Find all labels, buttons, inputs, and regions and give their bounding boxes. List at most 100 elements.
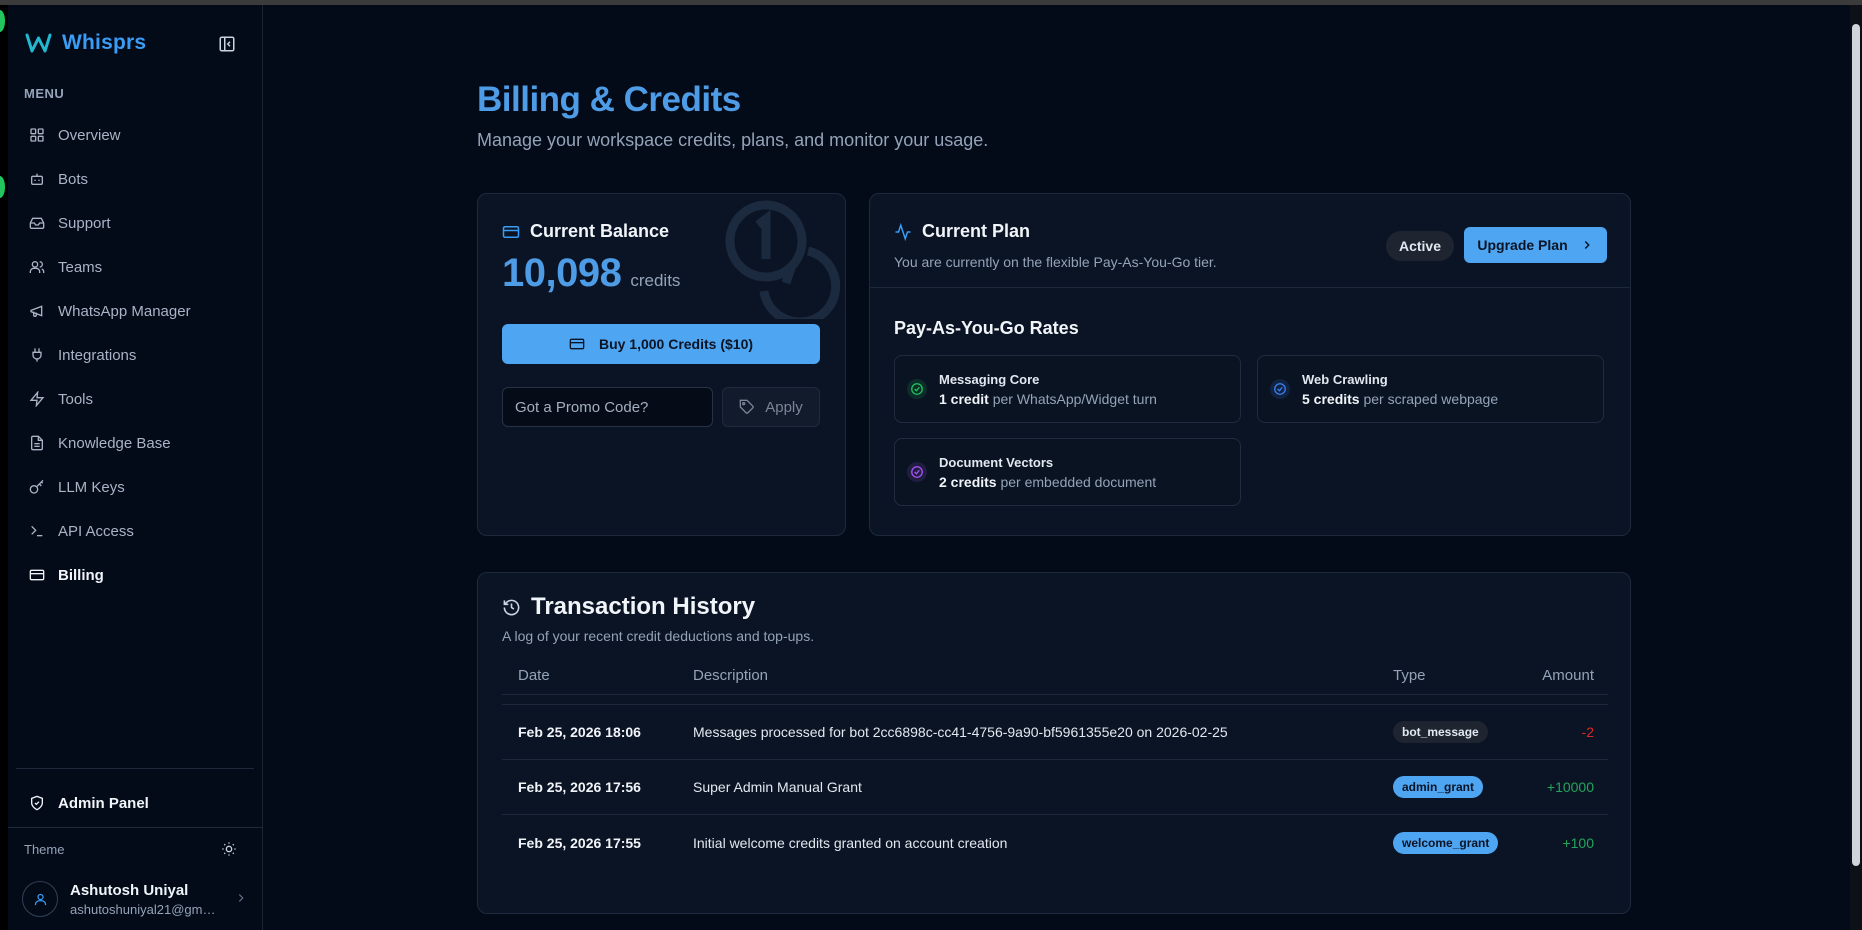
- check-circle-icon: [1270, 379, 1290, 399]
- zap-icon: [29, 391, 45, 407]
- sidebar-item-label: WhatsApp Manager: [58, 302, 191, 320]
- sidebar-item-billing[interactable]: Billing: [16, 553, 256, 597]
- history-icon: [503, 599, 520, 615]
- rate-name: Messaging Core: [939, 371, 1040, 387]
- sidebar-item-label: Teams: [58, 258, 103, 276]
- table-row: Feb 25, 2026 18:06 Messages processed fo…: [502, 705, 1608, 760]
- sidebar-item-label: Integrations: [58, 346, 137, 364]
- sidebar-collapse-icon[interactable]: [218, 35, 236, 53]
- sidebar-item-label: API Access: [58, 522, 134, 540]
- tag-icon: [739, 399, 755, 414]
- cell-amount: -2: [1581, 724, 1594, 740]
- current-plan-card: Current Plan You are currently on the fl…: [869, 193, 1631, 536]
- table-row: Feb 25, 2026 17:56 Super Admin Manual Gr…: [502, 760, 1608, 815]
- divider: [8, 827, 263, 828]
- upgrade-plan-button[interactable]: Upgrade Plan: [1464, 227, 1607, 263]
- main-content: Billing & Credits Manage your workspace …: [263, 5, 1850, 930]
- whisprs-logo-icon: [25, 33, 52, 53]
- transaction-history-card: Transaction History A log of your recent…: [477, 572, 1631, 914]
- divider: [870, 287, 1630, 288]
- sidebar-item-label: Billing: [58, 566, 104, 584]
- sidebar-item-knowledge-base[interactable]: Knowledge Base: [16, 421, 256, 465]
- sidebar-item-label: Tools: [58, 390, 94, 408]
- sun-icon[interactable]: [221, 841, 237, 857]
- sidebar-item-llm-keys[interactable]: LLM Keys: [16, 465, 256, 509]
- admin-panel-link[interactable]: Admin Panel: [16, 783, 256, 823]
- history-subtitle: A log of your recent credit deductions a…: [502, 628, 815, 644]
- buy-credits-button[interactable]: Buy 1,000 Credits ($10): [502, 324, 820, 364]
- grid-icon: [30, 128, 44, 142]
- brand-name: Whisprs: [62, 31, 147, 54]
- cell-description: Messages processed for bot 2cc6898c-cc41…: [693, 724, 1228, 740]
- rate-desc: 2 credits per embedded document: [939, 473, 1157, 490]
- check-circle-icon: [907, 462, 927, 482]
- plan-subtitle: You are currently on the flexible Pay-As…: [894, 254, 1217, 270]
- column-header-date: Date: [518, 667, 550, 684]
- cell-description: Initial welcome credits granted on accou…: [693, 834, 1008, 851]
- sidebar-item-support[interactable]: Support: [16, 201, 256, 245]
- sidebar-item-label: Bots: [58, 170, 89, 188]
- megaphone-icon: [30, 305, 43, 317]
- sidebar-item-whatsapp-manager[interactable]: WhatsApp Manager: [16, 289, 256, 333]
- sidebar-item-api-access[interactable]: API Access: [16, 509, 256, 553]
- edge-indicator: [0, 10, 5, 32]
- key-icon: [29, 479, 44, 494]
- chevron-right-icon: [1584, 240, 1590, 250]
- apply-label: Apply: [765, 398, 803, 416]
- cell-date: Feb 25, 2026 17:56: [518, 779, 641, 795]
- cell-date: Feb 25, 2026 17:55: [518, 834, 641, 851]
- column-header-type: Type: [1393, 667, 1426, 684]
- user-menu[interactable]: Ashutosh Uniyal ashutoshuniyal21@gma...: [22, 878, 252, 920]
- balance-value: 10,098 credits: [502, 251, 680, 296]
- balance-header: Current Balance: [502, 221, 669, 242]
- inbox-icon: [29, 217, 45, 229]
- shield-check-icon: [31, 795, 43, 811]
- sidebar-item-bots[interactable]: Bots: [16, 157, 256, 201]
- plan-title: Current Plan: [922, 221, 1031, 241]
- history-title: Transaction History: [531, 593, 756, 620]
- edge-indicator: [0, 176, 5, 198]
- cell-date: Feb 25, 2026 18:06: [518, 724, 641, 740]
- balance-unit: credits: [630, 271, 681, 290]
- page-title: Billing & Credits: [477, 80, 741, 119]
- avatar: [22, 881, 58, 917]
- plan-header: Current Plan: [894, 221, 1030, 242]
- rate-name: Web Crawling: [1302, 371, 1388, 387]
- sidebar-item-label: Overview: [58, 126, 121, 144]
- rate-desc: 5 credits per scraped webpage: [1302, 390, 1499, 407]
- rate-web-crawling: Web Crawling 5 credits per scraped webpa…: [1257, 355, 1604, 423]
- table-row: Feb 25, 2026 17:55 Initial welcome credi…: [502, 815, 1608, 870]
- divider: [16, 768, 254, 769]
- sidebar-item-tools[interactable]: Tools: [16, 377, 256, 421]
- sidebar-item-teams[interactable]: Teams: [16, 245, 256, 289]
- sidebar-item-integrations[interactable]: Integrations: [16, 333, 256, 377]
- type-badge: admin_grant: [1393, 776, 1484, 798]
- brand[interactable]: Whisprs: [25, 31, 146, 55]
- column-header-amount: Amount: [1542, 667, 1594, 684]
- sidebar-item-overview[interactable]: Overview: [16, 113, 256, 157]
- credit-card-icon: [29, 569, 45, 581]
- bot-icon: [31, 173, 43, 185]
- current-balance-card: Current Balance 10,098 credits Buy 1,000…: [477, 193, 846, 536]
- rates-title: Pay-As-You-Go Rates: [894, 318, 1079, 338]
- wallet-card-icon: [502, 225, 520, 238]
- promo-code-input[interactable]: [502, 387, 713, 427]
- transaction-table: Date Description Type Amount Feb 25, 202…: [502, 667, 1608, 870]
- history-header: Transaction History: [502, 593, 755, 621]
- user-name: Ashutosh Uniyal: [70, 881, 189, 899]
- cell-amount: +100: [1562, 834, 1594, 851]
- table-header: Date Description Type Amount: [502, 667, 1608, 695]
- page-subtitle: Manage your workspace credits, plans, an…: [477, 130, 989, 150]
- balance-title: Current Balance: [530, 221, 670, 241]
- column-header-description: Description: [693, 667, 769, 684]
- app-shell: Whisprs MENU Overview Bots Support Teams: [8, 5, 1850, 930]
- sidebar-item-label: Knowledge Base: [58, 434, 171, 452]
- scrollbar-thumb[interactable]: [1852, 24, 1860, 866]
- type-badge: bot_message: [1393, 721, 1488, 743]
- chevron-right-icon: [238, 894, 244, 902]
- coins-icon: [725, 200, 841, 319]
- apply-promo-button[interactable]: Apply: [722, 387, 820, 427]
- theme-label: Theme: [24, 842, 65, 857]
- balance-amount: 10,098: [502, 251, 622, 295]
- upgrade-plan-label: Upgrade Plan: [1477, 237, 1568, 253]
